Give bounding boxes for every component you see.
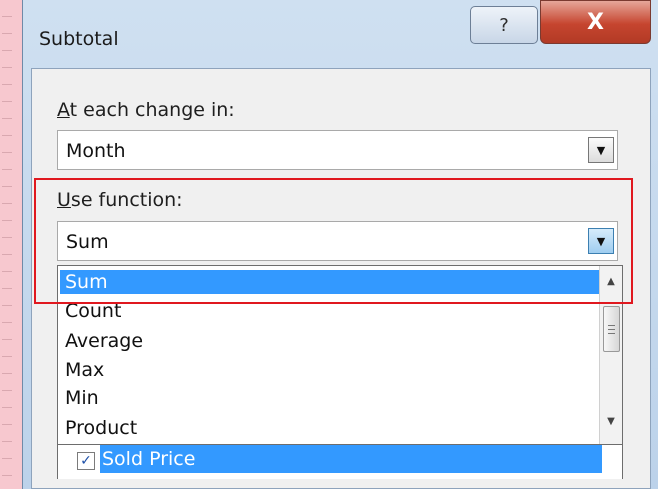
function-option-max[interactable]: Max: [60, 358, 600, 382]
spreadsheet-row-lines: [2, 0, 12, 489]
scroll-down-icon[interactable]: ▼: [604, 416, 618, 427]
sold-price-checkbox[interactable]: ✓: [77, 452, 95, 470]
dialog-title: Subtotal: [39, 28, 119, 50]
function-option-count[interactable]: Count: [60, 299, 600, 323]
grip-line: [608, 329, 615, 330]
function-option-sum[interactable]: Sum: [60, 270, 600, 294]
function-option-product[interactable]: Product: [60, 416, 600, 440]
change-in-select[interactable]: Month ▼: [57, 130, 618, 170]
change-in-value: Month: [66, 140, 126, 162]
subtotal-field-row[interactable]: ✓ Sold Price: [57, 445, 623, 479]
use-function-label: Use function:: [57, 189, 183, 211]
scroll-thumb[interactable]: [603, 306, 620, 352]
dialog-body: At each change in: Month ▼ Use function:…: [31, 68, 651, 489]
scroll-up-icon[interactable]: ▲: [604, 276, 618, 287]
help-button[interactable]: ?: [470, 6, 538, 44]
grip-line: [608, 325, 615, 326]
help-icon: ?: [499, 14, 509, 36]
change-in-label: At each change in:: [57, 99, 235, 121]
use-function-select[interactable]: Sum ▼: [57, 221, 618, 261]
use-function-value: Sum: [66, 231, 109, 253]
subtotal-dialog: Subtotal ? X At each change in: Month ▼ …: [22, 0, 658, 489]
function-option-average[interactable]: Average: [60, 329, 600, 353]
close-button[interactable]: X: [540, 0, 651, 44]
dropdown-scrollbar[interactable]: ▲ ▼: [599, 266, 622, 444]
chevron-down-icon[interactable]: ▼: [588, 137, 614, 163]
sold-price-label: Sold Price: [100, 445, 602, 473]
function-option-min[interactable]: Min: [60, 386, 600, 410]
close-icon: X: [587, 9, 604, 35]
grip-line: [608, 333, 615, 334]
function-dropdown-list[interactable]: Sum Count Average Max Min Product ▲ ▼: [57, 265, 623, 445]
chevron-down-icon[interactable]: ▼: [588, 228, 614, 254]
